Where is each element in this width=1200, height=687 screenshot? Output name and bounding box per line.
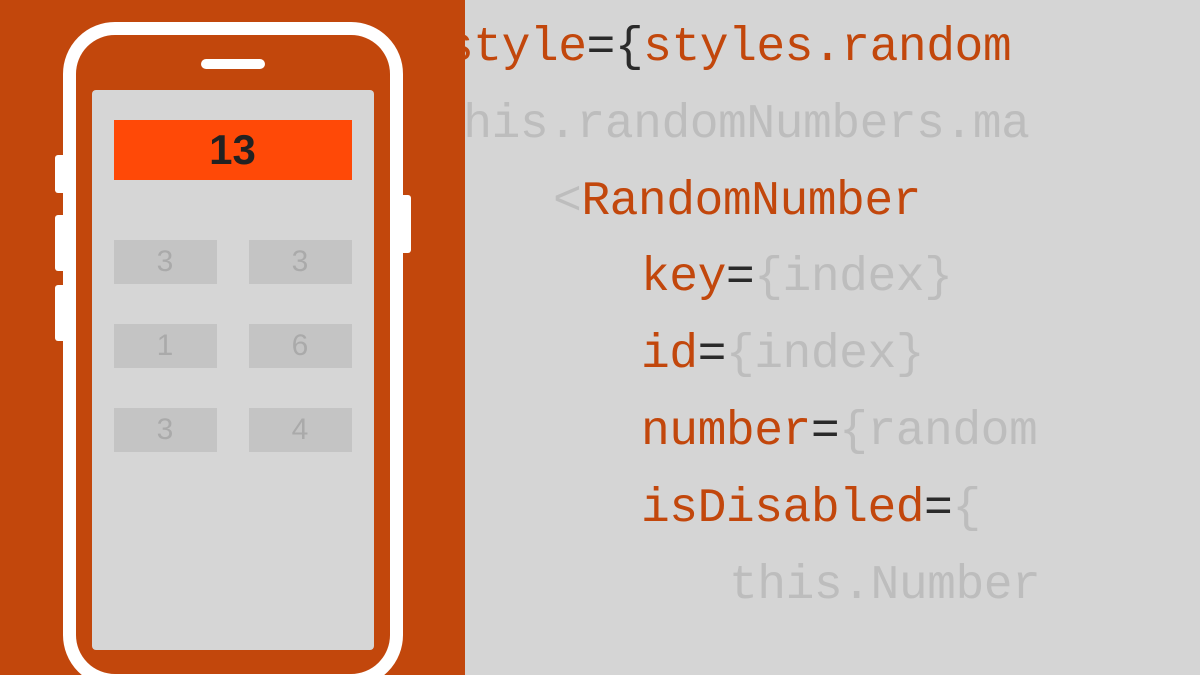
number-tile[interactable]: 3 xyxy=(249,240,352,284)
code-equals: = xyxy=(587,21,615,75)
code-attr: style xyxy=(465,21,587,75)
code-faded-text: this.randomNumbers.ma xyxy=(465,98,1029,152)
code-value: { xyxy=(952,482,980,536)
code-attr: id xyxy=(641,328,698,382)
number-tile[interactable]: 1 xyxy=(114,324,217,368)
phone-side-button xyxy=(55,285,63,341)
code-line: number={random xyxy=(465,394,1200,471)
phone-side-button xyxy=(55,215,63,271)
number-tile[interactable]: 4 xyxy=(249,408,352,452)
code-attr: isDisabled xyxy=(641,482,924,536)
code-equals: = xyxy=(924,482,952,536)
code-faded-text: this.Number xyxy=(729,559,1040,613)
code-equals: = xyxy=(726,251,754,305)
code-line: <RandomNumber xyxy=(465,164,1200,241)
code-value: styles.random xyxy=(643,21,1011,75)
phone-side-button xyxy=(403,195,411,253)
code-line: key={index} xyxy=(465,240,1200,317)
code-component: RandomNumber xyxy=(581,175,921,229)
phone-speaker xyxy=(201,59,265,69)
code-equals: = xyxy=(698,328,726,382)
number-tile[interactable]: 3 xyxy=(114,408,217,452)
code-equals: = xyxy=(811,405,839,459)
number-tile[interactable]: 3 xyxy=(114,240,217,284)
number-grid: 3 3 1 6 3 4 xyxy=(114,240,352,452)
phone-screen: 13 3 3 1 6 3 4 xyxy=(92,90,374,650)
code-value: {index} xyxy=(754,251,952,305)
phone-side-button xyxy=(55,155,63,193)
code-attr: key xyxy=(641,251,726,305)
code-attr: number xyxy=(641,405,811,459)
code-value: {index} xyxy=(726,328,924,382)
code-lt: < xyxy=(553,175,581,229)
code-value: {random xyxy=(839,405,1037,459)
code-line-faded: this.randomNumbers.ma xyxy=(465,87,1200,164)
target-number-display: 13 xyxy=(114,120,352,180)
code-brace: { xyxy=(615,21,643,75)
code-line: isDisabled={ xyxy=(465,471,1200,548)
code-line: style={styles.random xyxy=(465,10,1200,87)
code-line: id={index} xyxy=(465,317,1200,394)
phone-frame: 13 3 3 1 6 3 4 xyxy=(63,22,403,687)
phone-illustration-panel: 13 3 3 1 6 3 4 xyxy=(0,0,465,675)
code-panel: style={styles.random this.randomNumbers.… xyxy=(465,0,1200,675)
number-tile[interactable]: 6 xyxy=(249,324,352,368)
code-line-faded: this.Number xyxy=(465,548,1200,625)
